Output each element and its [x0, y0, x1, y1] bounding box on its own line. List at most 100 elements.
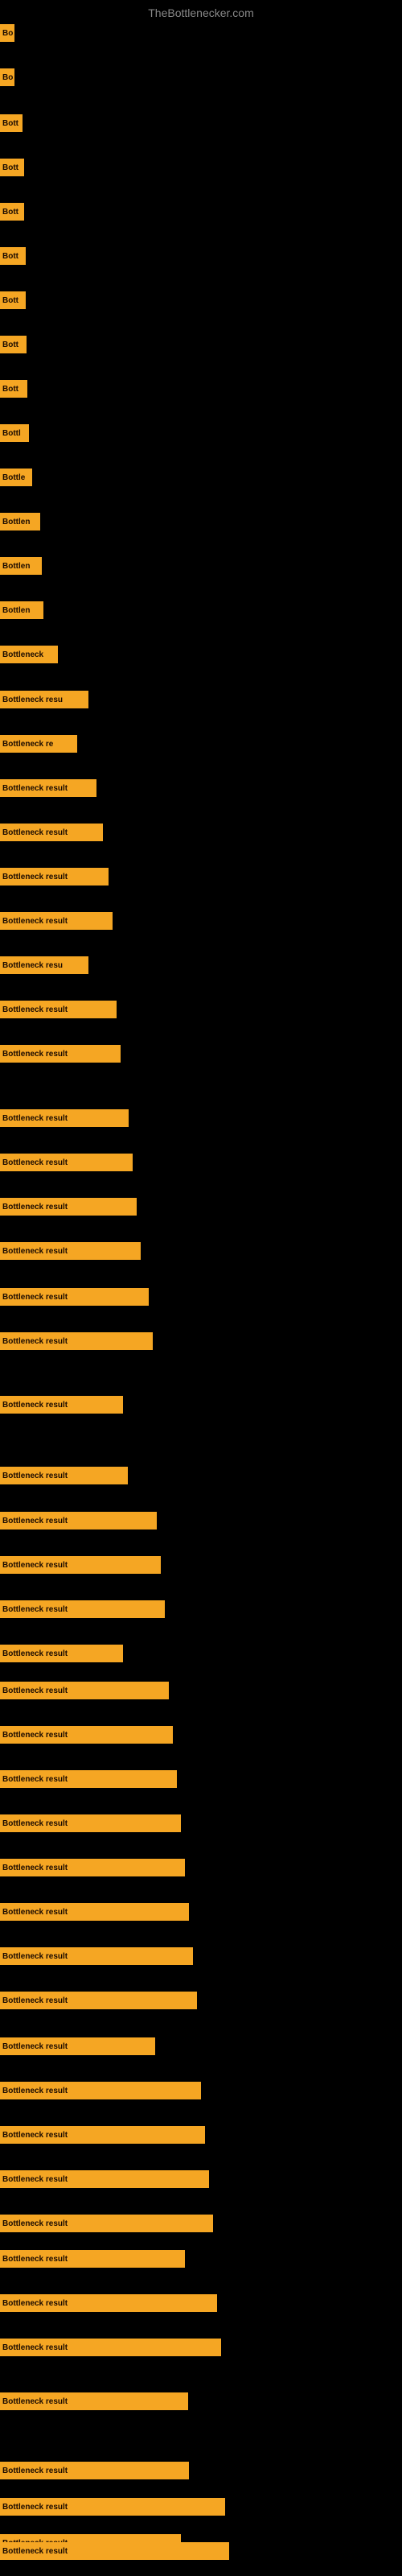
bar-item: Bottlen [0, 601, 43, 619]
bar-label: Bottleneck result [2, 917, 68, 926]
bar-item: Bottleneck result [0, 1682, 169, 1699]
bar-label: Bottleneck result [2, 1517, 68, 1525]
bar-item: Bottl [0, 424, 29, 442]
bar-label: Bottl [2, 429, 21, 438]
bar-item: Bottleneck result [0, 868, 109, 886]
bar-item: Bottleneck result [0, 2542, 229, 2560]
bar-label: Bott [2, 341, 18, 349]
bar-item: Bottleneck result [0, 1903, 189, 1921]
bar-item: Bottleneck result [0, 1045, 121, 1063]
bar-item: Bottleneck result [0, 1396, 123, 1414]
bar-label: Bottleneck result [2, 2255, 68, 2264]
bar-item: Bottleneck [0, 646, 58, 663]
bars-container [0, 16, 402, 24]
bar-item: Bottleneck result [0, 1556, 161, 1574]
bar-label: Bottleneck result [2, 1819, 68, 1828]
bar-label: Bottleneck result [2, 1908, 68, 1917]
bar-item: Bottle [0, 469, 32, 486]
bar-item: Bottleneck result [0, 1001, 117, 1018]
bar-item: Bottleneck re [0, 735, 77, 753]
bar-item: Bottlen [0, 513, 40, 530]
bar-item: Bott [0, 336, 27, 353]
bar-item: Bottleneck result [0, 2215, 213, 2232]
bar-item: Bottleneck result [0, 1512, 157, 1530]
bar-label: Bottleneck result [2, 1247, 68, 1256]
bar-label: Bott [2, 208, 18, 217]
bar-label: Bottleneck result [2, 828, 68, 837]
bar-label: Bottleneck result [2, 1605, 68, 1614]
bar-item: Bottleneck result [0, 779, 96, 797]
bar-label: Bott [2, 296, 18, 305]
bar-label: Bottleneck result [2, 2042, 68, 2051]
bar-item: Bo [0, 24, 14, 42]
bar-item: Bott [0, 114, 23, 132]
bar-label: Bottleneck [2, 650, 43, 659]
bar-label: Bott [2, 163, 18, 172]
bar-item: Bottleneck result [0, 1109, 129, 1127]
bar-label: Bottleneck resu [2, 696, 63, 704]
bar-item: Bott [0, 159, 24, 176]
bar-item: Bott [0, 203, 24, 221]
bar-label: Bottleneck result [2, 2547, 68, 2556]
bar-label: Bottleneck result [2, 1952, 68, 1961]
bar-label: Bottleneck result [2, 2299, 68, 2308]
bar-item: Bottleneck result [0, 2462, 189, 2479]
bar-label: Bottleneck result [2, 2219, 68, 2228]
bar-label: Bottleneck result [2, 1996, 68, 2005]
bar-item: Bottleneck result [0, 2037, 155, 2055]
bar-label: Bott [2, 385, 18, 394]
bar-label: Bo [2, 29, 13, 38]
bar-label: Bottleneck result [2, 1472, 68, 1480]
bar-item: Bottleneck result [0, 2392, 188, 2410]
bar-label: Bottleneck result [2, 2397, 68, 2406]
bar-label: Bottleneck result [2, 2343, 68, 2352]
bar-item: Bottleneck result [0, 1645, 123, 1662]
bar-item: Bottleneck result [0, 1288, 149, 1306]
bar-label: Bottleneck result [2, 1401, 68, 1410]
bar-item: Bottleneck result [0, 1198, 137, 1216]
bar-label: Bottleneck re [2, 740, 53, 749]
bar-item: Bottleneck result [0, 2250, 185, 2268]
bar-label: Bottleneck result [2, 1005, 68, 1014]
bar-item: Bottleneck result [0, 2294, 217, 2312]
bar-label: Bottleneck result [2, 1050, 68, 1059]
bar-label: Bottleneck result [2, 1864, 68, 1872]
bar-item: Bottleneck result [0, 912, 113, 930]
bar-label: Bott [2, 252, 18, 261]
bar-item: Bottleneck resu [0, 956, 88, 974]
bar-label: Bottleneck result [2, 1649, 68, 1658]
bar-item: Bottleneck result [0, 2082, 201, 2099]
bar-item: Bottlen [0, 557, 42, 575]
bar-label: Bottleneck result [2, 2175, 68, 2184]
bar-item: Bottleneck result [0, 2170, 209, 2188]
bar-label: Bottlen [2, 518, 30, 526]
bar-item: Bottleneck result [0, 2126, 205, 2144]
bar-item: Bottleneck result [0, 2339, 221, 2356]
bar-label: Bo [2, 73, 13, 82]
bar-label: Bottleneck result [2, 2467, 68, 2475]
bar-item: Bo [0, 68, 14, 86]
bar-label: Bottle [2, 473, 25, 482]
bar-item: Bottleneck result [0, 1600, 165, 1618]
bar-label: Bottleneck result [2, 1686, 68, 1695]
bar-item: Bottleneck resu [0, 691, 88, 708]
bar-label: Bottleneck result [2, 1731, 68, 1740]
bar-label: Bottleneck result [2, 2131, 68, 2140]
bar-label: Bottleneck result [2, 1114, 68, 1123]
bar-label: Bottleneck result [2, 2087, 68, 2095]
bar-label: Bottleneck result [2, 1775, 68, 1784]
bar-item: Bottleneck result [0, 2498, 225, 2516]
bar-label: Bottleneck result [2, 784, 68, 793]
bar-item: Bottleneck result [0, 1992, 197, 2009]
bar-item: Bott [0, 247, 26, 265]
bar-item: Bottleneck result [0, 1947, 193, 1965]
bar-item: Bottleneck result [0, 1770, 177, 1788]
bar-label: Bottleneck result [2, 2503, 68, 2512]
bar-item: Bottleneck result [0, 1859, 185, 1876]
bar-item: Bottleneck result [0, 1814, 181, 1832]
bar-item: Bott [0, 380, 27, 398]
bar-item: Bottleneck result [0, 1154, 133, 1171]
bar-label: Bottleneck result [2, 1203, 68, 1212]
bar-label: Bottleneck result [2, 1158, 68, 1167]
bar-item: Bottleneck result [0, 1332, 153, 1350]
